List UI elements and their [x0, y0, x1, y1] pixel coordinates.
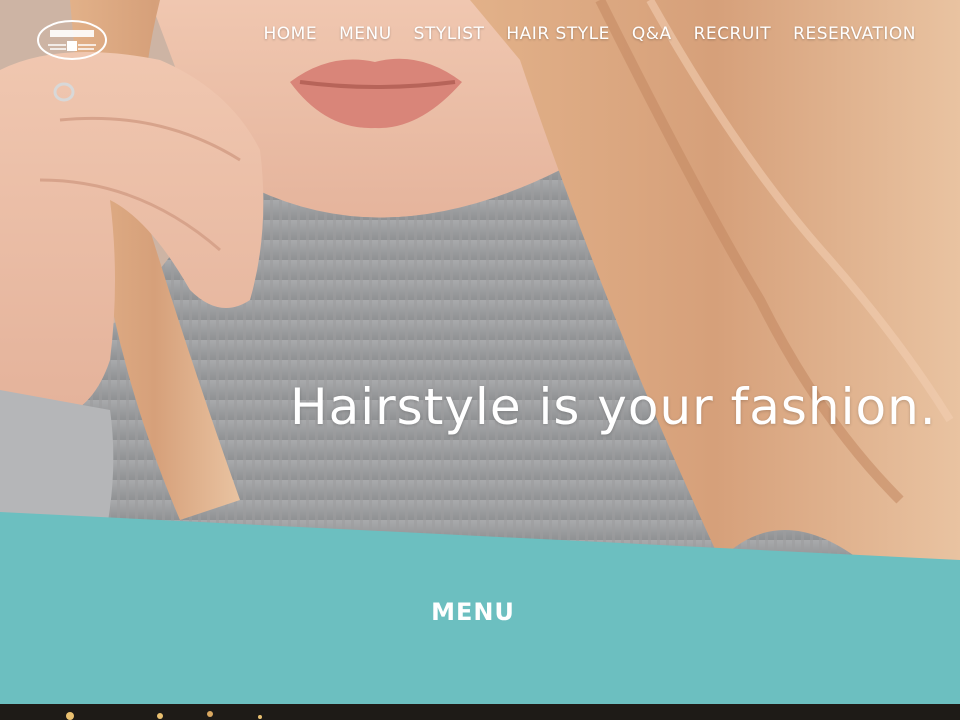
next-section-image — [0, 704, 960, 720]
menu-section-heading: MENU — [431, 598, 515, 626]
